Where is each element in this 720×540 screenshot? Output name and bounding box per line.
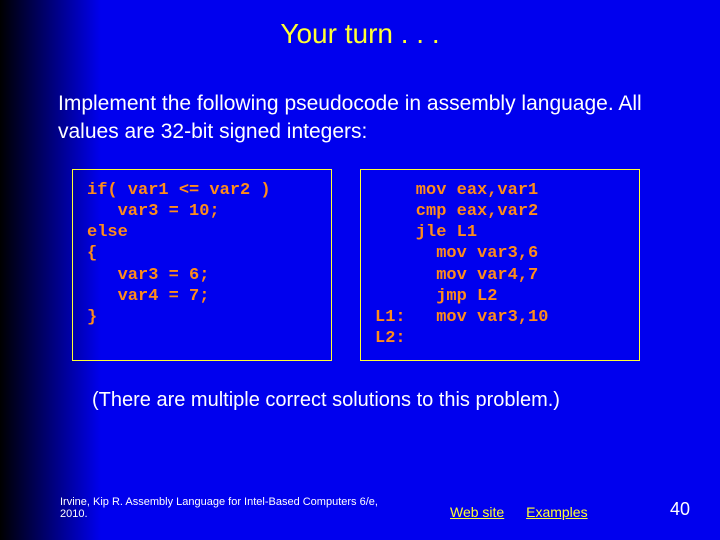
intro-text: Implement the following pseudocode in as… <box>58 90 662 147</box>
footer-links: Web site Examples <box>390 504 700 520</box>
website-link[interactable]: Web site <box>450 504 504 520</box>
page-number: 40 <box>670 499 690 520</box>
footer-citation: Irvine, Kip R. Assembly Language for Int… <box>60 496 390 520</box>
slide: Your turn . . . Implement the following … <box>0 0 720 540</box>
examples-link[interactable]: Examples <box>526 504 587 520</box>
assembly-box: mov eax,var1 cmp eax,var2 jle L1 mov var… <box>360 169 640 361</box>
slide-title: Your turn . . . <box>0 0 720 50</box>
footer: Irvine, Kip R. Assembly Language for Int… <box>60 496 700 520</box>
pseudocode-box: if( var1 <= var2 ) var3 = 10; else { var… <box>72 169 332 361</box>
note-text: (There are multiple correct solutions to… <box>92 389 662 412</box>
code-row: if( var1 <= var2 ) var3 = 10; else { var… <box>72 169 662 361</box>
